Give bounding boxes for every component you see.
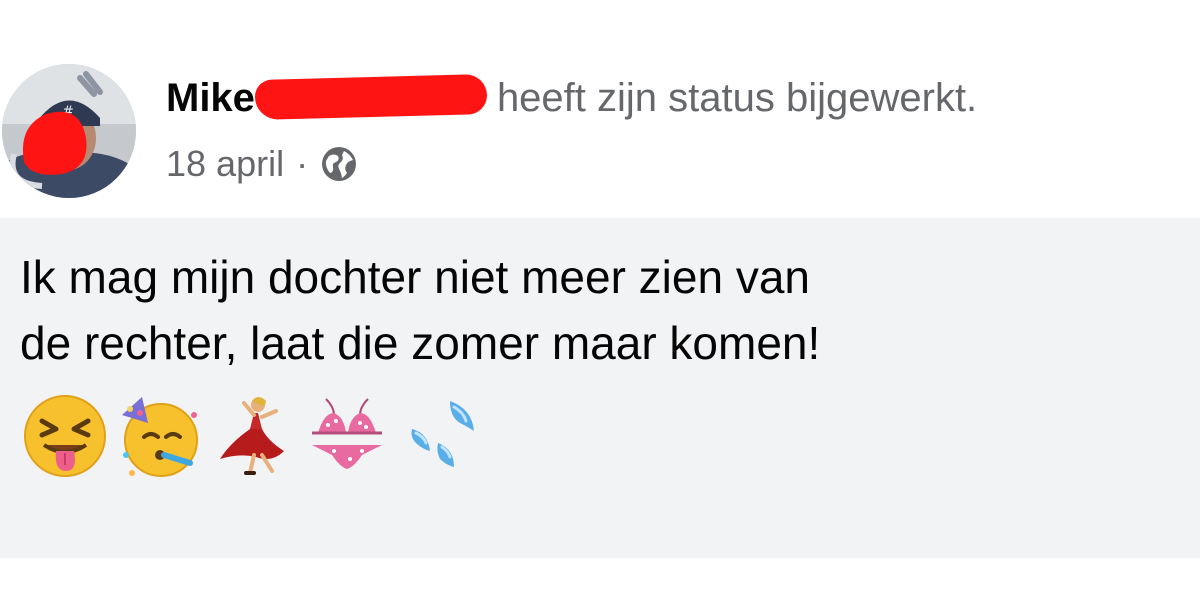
post-date[interactable]: 18 april	[166, 140, 284, 188]
status-action-text: heeft zijn status bijgewerkt.	[496, 76, 978, 120]
sweat-droplets-emoji	[411, 401, 474, 467]
post-meta: 18 april ·	[166, 140, 358, 188]
post-text-line-1: Ik mag mijn dochter niet meer zien van	[20, 251, 811, 303]
post-body: Ik mag mijn dochter niet meer zien van de…	[0, 218, 1200, 558]
post-header: # Mike heeft zijn status bijgewerkt. 18 a…	[0, 0, 1200, 218]
partying-face-emoji	[122, 397, 198, 477]
author-line: Mike heeft zijn status bijgewerkt.	[166, 72, 977, 124]
globe-icon[interactable]	[320, 145, 358, 183]
post-text-line-2: de rechter, laat die zomer maar komen!	[20, 317, 821, 369]
post-text: Ik mag mijn dochter niet meer zien van de…	[20, 244, 1180, 376]
author-name[interactable]: Mike	[166, 76, 255, 120]
avatar[interactable]: #	[2, 64, 136, 198]
bikini-emoji	[312, 398, 382, 469]
meta-separator: ·	[296, 143, 309, 184]
squinting-tongue-face-emoji	[24, 395, 106, 477]
name-redaction	[254, 73, 488, 121]
facebook-post: # Mike heeft zijn status bijgewerkt. 18 a…	[0, 0, 1200, 592]
dancer-emoji	[220, 397, 284, 475]
post-footer-strip	[0, 558, 1200, 592]
avatar-photo: #	[2, 64, 136, 198]
emoji-row	[22, 388, 484, 484]
